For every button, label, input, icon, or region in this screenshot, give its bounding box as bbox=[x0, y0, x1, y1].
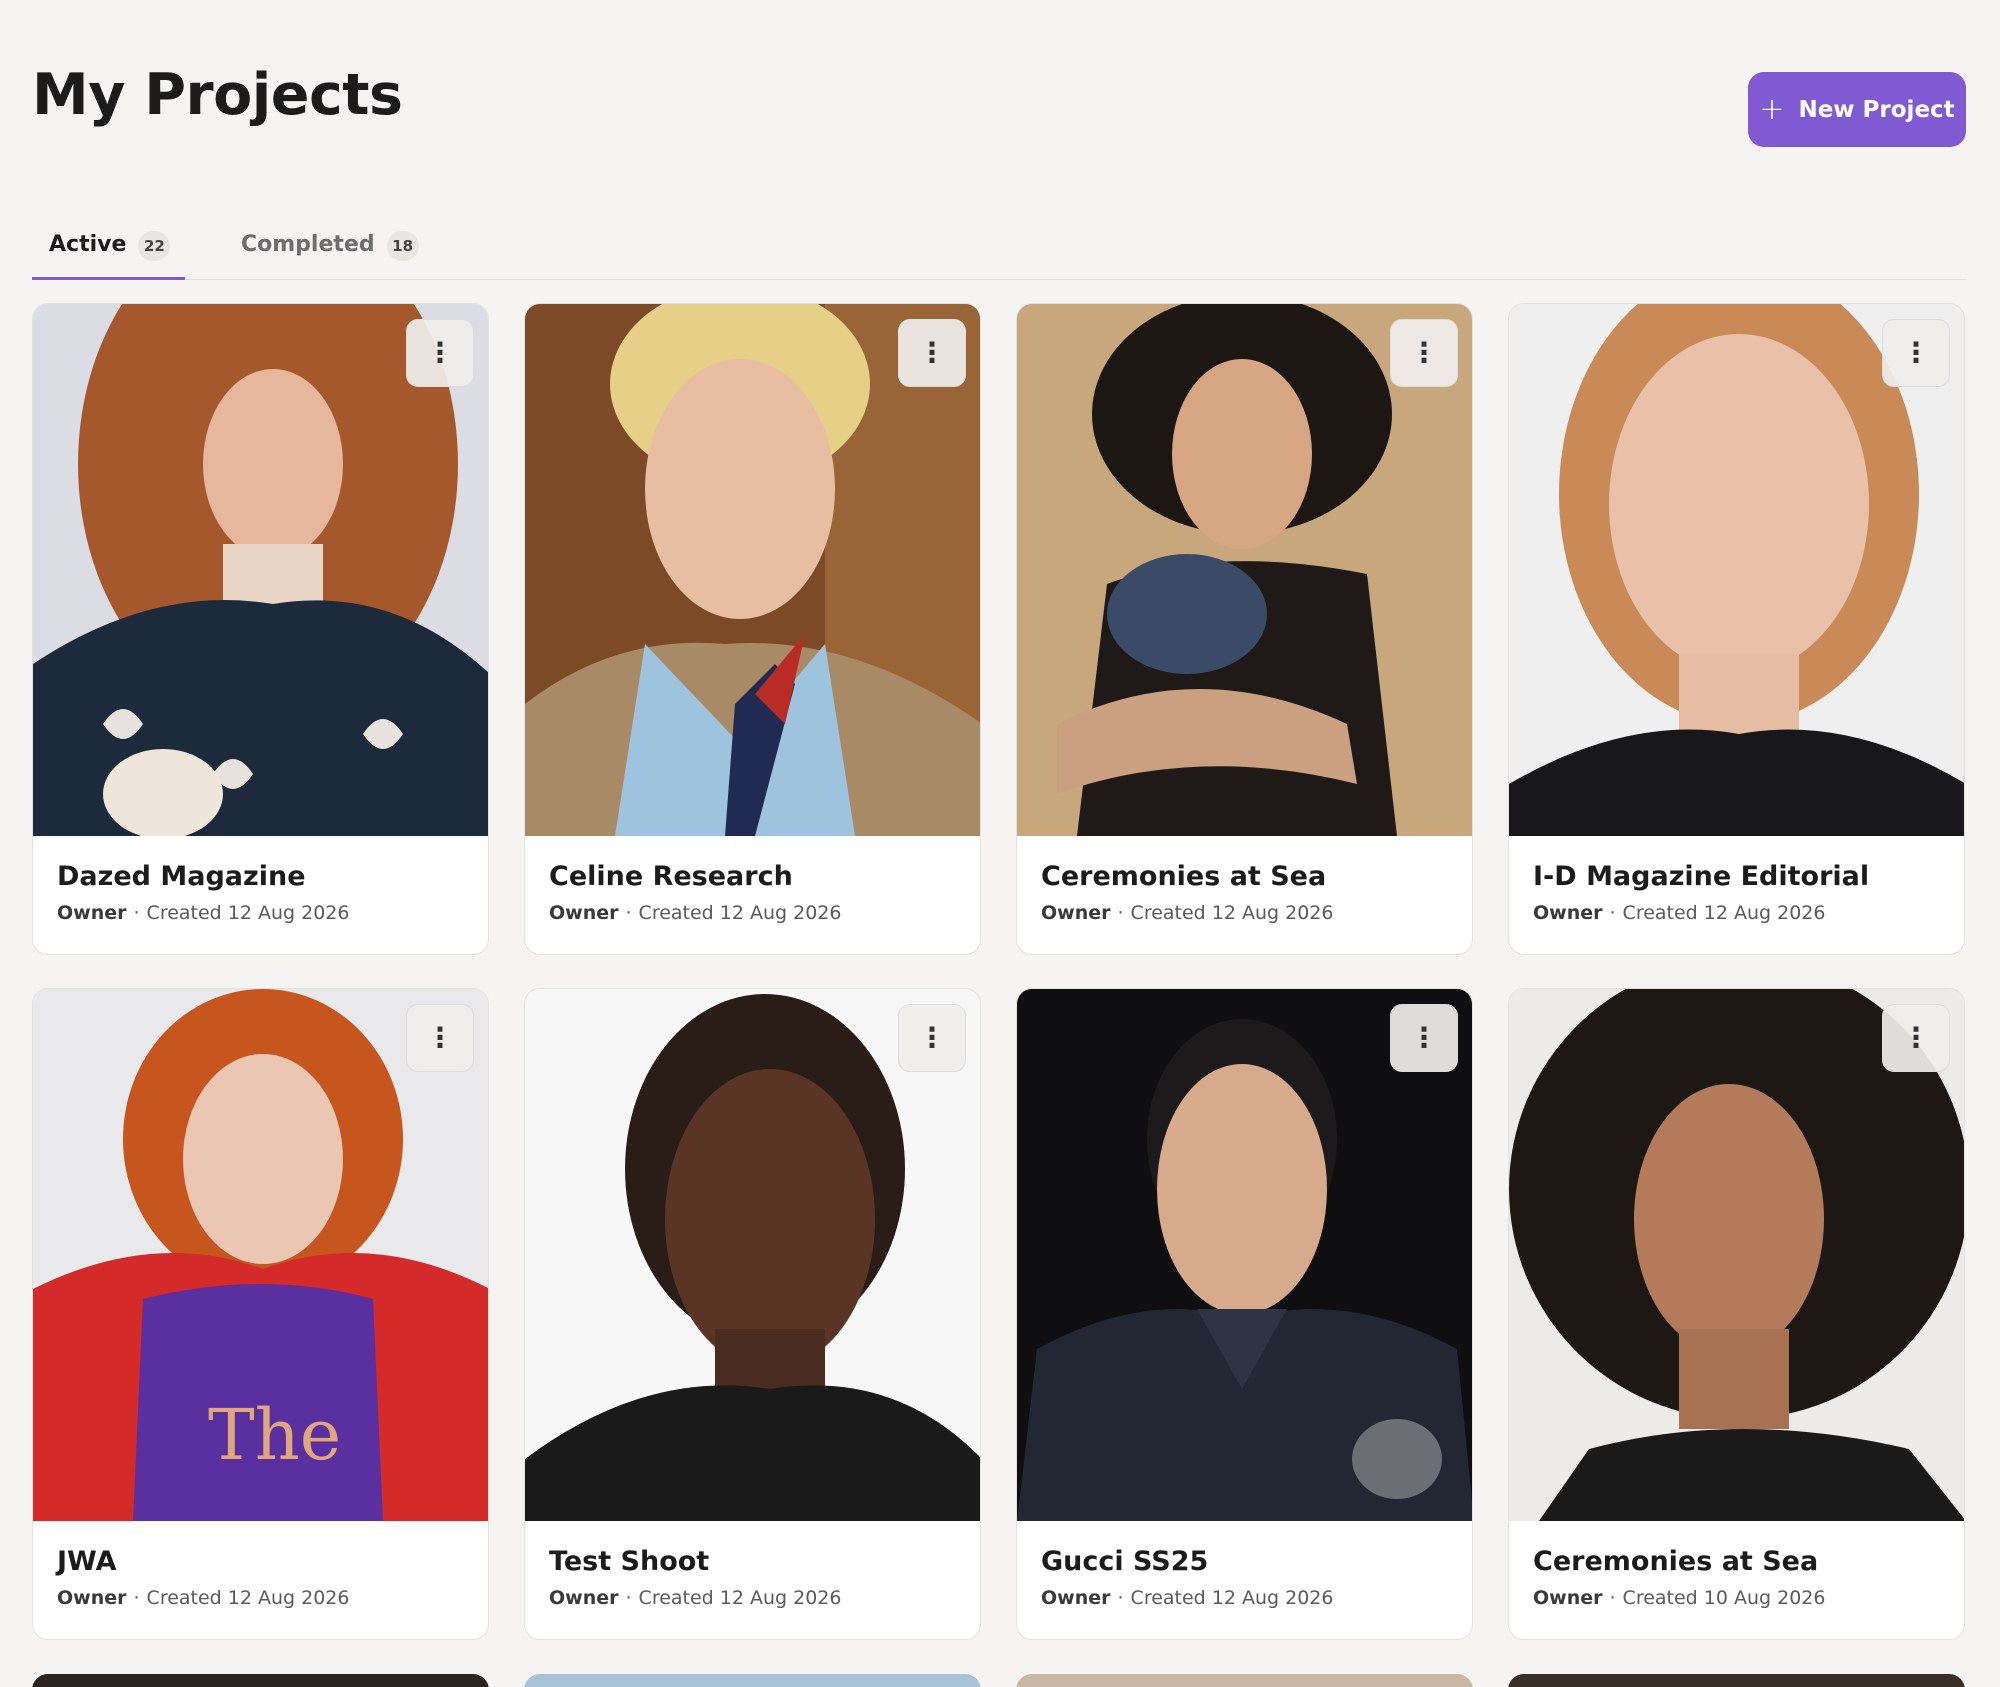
project-created: Created 12 Aug 2026 bbox=[638, 902, 842, 924]
project-role: Owner bbox=[1041, 902, 1111, 924]
project-meta: Owner · Created 12 Aug 2026 bbox=[1041, 1587, 1334, 1609]
project-title: JWA bbox=[57, 1546, 117, 1577]
meta-separator: · bbox=[625, 902, 632, 924]
new-project-label: New Project bbox=[1798, 96, 1955, 123]
card-menu-button[interactable]: ⋮ bbox=[406, 1004, 474, 1072]
project-card-partial[interactable] bbox=[524, 1674, 981, 1687]
project-card[interactable]: ⋮ Celine Research Owner · Created 12 Aug 2… bbox=[524, 303, 981, 955]
project-card-partial[interactable] bbox=[1016, 1674, 1473, 1687]
card-menu-button[interactable]: ⋮ bbox=[898, 1004, 966, 1072]
project-role: Owner bbox=[1533, 902, 1603, 924]
project-meta: Owner · Created 10 Aug 2026 bbox=[1533, 1587, 1826, 1609]
page-title: My Projects bbox=[32, 62, 403, 128]
project-created: Created 12 Aug 2026 bbox=[1622, 902, 1826, 924]
project-card[interactable]: ⋮ Gucci SS25 Owner · Created 12 Aug 2026 bbox=[1016, 988, 1473, 1640]
project-card-partial[interactable] bbox=[1508, 1674, 1965, 1687]
project-title: Gucci SS25 bbox=[1041, 1546, 1209, 1577]
meta-separator: · bbox=[1117, 902, 1124, 924]
meta-separator: · bbox=[1609, 902, 1616, 924]
card-menu-button[interactable]: ⋮ bbox=[1882, 319, 1950, 387]
plus-icon: + bbox=[1759, 91, 1785, 127]
project-created: Created 10 Aug 2026 bbox=[1622, 1587, 1826, 1609]
tab-active-label: Active bbox=[49, 232, 127, 257]
project-card[interactable]: ⋮ Dazed Magazine Owner · Created 12 Aug 20… bbox=[32, 303, 489, 955]
project-card[interactable]: ⋮ Ceremonies at Sea Owner · Created 12 Aug… bbox=[1016, 303, 1473, 955]
project-role: Owner bbox=[549, 1587, 619, 1609]
more-vertical-icon: ⋮ bbox=[1410, 336, 1438, 369]
project-title: Celine Research bbox=[549, 861, 793, 892]
project-created: Created 12 Aug 2026 bbox=[146, 1587, 350, 1609]
meta-separator: · bbox=[133, 1587, 140, 1609]
project-role: Owner bbox=[57, 1587, 127, 1609]
project-title: I-D Magazine Editorial bbox=[1533, 861, 1870, 892]
project-role: Owner bbox=[57, 902, 127, 924]
project-meta: Owner · Created 12 Aug 2026 bbox=[1041, 902, 1334, 924]
more-vertical-icon: ⋮ bbox=[426, 336, 454, 369]
new-project-button[interactable]: + New Project bbox=[1748, 72, 1966, 147]
tab-completed-label: Completed bbox=[241, 232, 375, 257]
project-card[interactable]: ⋮ I-D Magazine Editorial Owner · Created 1… bbox=[1508, 303, 1965, 955]
more-vertical-icon: ⋮ bbox=[918, 336, 946, 369]
project-meta: Owner · Created 12 Aug 2026 bbox=[1533, 902, 1826, 924]
project-created: Created 12 Aug 2026 bbox=[1130, 902, 1334, 924]
project-title: Ceremonies at Sea bbox=[1533, 1546, 1819, 1577]
tab-active-count: 22 bbox=[138, 231, 171, 261]
more-vertical-icon: ⋮ bbox=[1902, 1021, 1930, 1054]
project-meta: Owner · Created 12 Aug 2026 bbox=[549, 902, 842, 924]
project-meta: Owner · Created 12 Aug 2026 bbox=[57, 902, 350, 924]
svg-text:The: The bbox=[208, 1394, 341, 1476]
project-title: Dazed Magazine bbox=[57, 861, 306, 892]
more-vertical-icon: ⋮ bbox=[426, 1021, 454, 1054]
more-vertical-icon: ⋮ bbox=[1410, 1021, 1438, 1054]
project-created: Created 12 Aug 2026 bbox=[638, 1587, 842, 1609]
project-meta: Owner · Created 12 Aug 2026 bbox=[57, 1587, 350, 1609]
meta-separator: · bbox=[625, 1587, 632, 1609]
project-created: Created 12 Aug 2026 bbox=[1130, 1587, 1334, 1609]
project-role: Owner bbox=[549, 902, 619, 924]
card-menu-button[interactable]: ⋮ bbox=[898, 319, 966, 387]
project-card-partial[interactable] bbox=[32, 1674, 489, 1687]
card-menu-button[interactable]: ⋮ bbox=[1390, 319, 1458, 387]
project-tabs: Active 22 Completed 18 bbox=[32, 210, 1966, 280]
project-card[interactable]: The ⋮ JWA Owner · Created 12 Aug 2026 bbox=[32, 988, 489, 1640]
meta-separator: · bbox=[1117, 1587, 1124, 1609]
tab-completed-count: 18 bbox=[386, 231, 419, 261]
tab-active[interactable]: Active 22 bbox=[32, 222, 185, 280]
project-title: Ceremonies at Sea bbox=[1041, 861, 1327, 892]
project-title: Test Shoot bbox=[549, 1546, 710, 1577]
project-meta: Owner · Created 12 Aug 2026 bbox=[549, 1587, 842, 1609]
project-card[interactable]: ⋮ Test Shoot Owner · Created 12 Aug 2026 bbox=[524, 988, 981, 1640]
card-menu-button[interactable]: ⋮ bbox=[1882, 1004, 1950, 1072]
project-role: Owner bbox=[1041, 1587, 1111, 1609]
more-vertical-icon: ⋮ bbox=[1902, 336, 1930, 369]
project-created: Created 12 Aug 2026 bbox=[146, 902, 350, 924]
card-menu-button[interactable]: ⋮ bbox=[406, 319, 474, 387]
tab-completed[interactable]: Completed 18 bbox=[224, 222, 436, 280]
card-menu-button[interactable]: ⋮ bbox=[1390, 1004, 1458, 1072]
meta-separator: · bbox=[1609, 1587, 1616, 1609]
project-role: Owner bbox=[1533, 1587, 1603, 1609]
project-card[interactable]: ⋮ Ceremonies at Sea Owner · Created 10 Aug… bbox=[1508, 988, 1965, 1640]
more-vertical-icon: ⋮ bbox=[918, 1021, 946, 1054]
meta-separator: · bbox=[133, 902, 140, 924]
